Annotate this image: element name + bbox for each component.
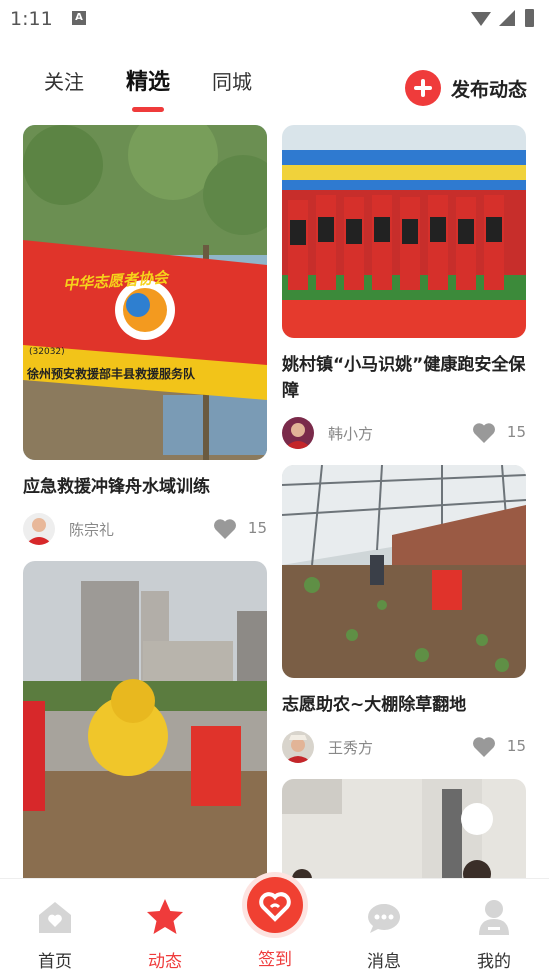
banner-text-code: (32032) xyxy=(29,347,65,357)
status-time: 1:11 xyxy=(10,8,53,30)
heart-icon[interactable] xyxy=(213,518,237,540)
heart-icon[interactable] xyxy=(472,422,496,444)
feed-card[interactable] xyxy=(282,779,526,891)
feed-card[interactable]: 中华志愿者协会 (32032) 徐州预安救援部丰县救援服务队 应急救援冲锋舟水域… xyxy=(23,125,267,550)
card-image[interactable] xyxy=(282,125,526,338)
heart-icon[interactable] xyxy=(472,736,496,758)
like-count: 15 xyxy=(506,423,526,441)
author-avatar[interactable] xyxy=(282,731,314,763)
card-title[interactable]: 志愿助农~大棚除草翻地 xyxy=(282,692,526,718)
like-count: 15 xyxy=(247,519,267,537)
card-title[interactable]: 应急救援冲锋舟水域训练 xyxy=(23,474,267,500)
feed-card[interactable]: 姚村镇“小马识姚”健康跑安全保障 韩小方 15 xyxy=(282,125,526,454)
nav-home[interactable]: 首页 xyxy=(0,879,110,976)
notification-icon: A xyxy=(72,11,86,25)
like-count: 15 xyxy=(506,737,526,755)
card-meta: 王秀方 15 xyxy=(282,728,526,768)
home-icon xyxy=(39,902,71,933)
checkin-heart-icon xyxy=(247,877,303,933)
feed-card[interactable] xyxy=(23,561,267,891)
author-name[interactable]: 韩小方 xyxy=(328,423,373,444)
nav-label: 消息 xyxy=(367,952,401,972)
card-image[interactable] xyxy=(282,465,526,678)
publish-button[interactable]: 发布动态 xyxy=(404,70,527,106)
card-meta: 陈宗礼 15 xyxy=(23,510,267,550)
feed-card[interactable]: 志愿助农~大棚除草翻地 王秀方 15 xyxy=(282,465,526,768)
signal-battery-icons xyxy=(471,9,534,27)
author-avatar[interactable] xyxy=(282,417,314,449)
card-title[interactable]: 姚村镇“小马识姚”健康跑安全保障 xyxy=(282,352,526,404)
publish-label: 发布动态 xyxy=(450,78,527,101)
status-bar: 1:11 A xyxy=(0,0,549,38)
banner-text-bottom: 徐州预安救援部丰县救援服务队 xyxy=(27,367,196,381)
plus-circle-icon xyxy=(404,70,441,106)
author-avatar[interactable] xyxy=(23,513,55,545)
chat-bubble-icon xyxy=(367,903,400,933)
tab-follow[interactable]: 关注 xyxy=(44,66,84,95)
active-tab-indicator xyxy=(132,107,164,112)
tab-local[interactable]: 同城 xyxy=(212,66,252,95)
card-image[interactable]: 中华志愿者协会 (32032) 徐州预安救援部丰县救援服务队 xyxy=(23,125,267,460)
person-icon xyxy=(479,900,509,935)
nav-label: 签到 xyxy=(258,950,292,970)
tab-featured[interactable]: 精选 xyxy=(126,64,170,96)
bottom-nav: 首页 动态 签到 消息 我的 xyxy=(0,877,549,976)
nav-label: 动态 xyxy=(148,952,182,972)
nav-label: 首页 xyxy=(38,952,72,972)
card-image[interactable] xyxy=(23,561,267,891)
author-name[interactable]: 王秀方 xyxy=(328,737,373,758)
card-image[interactable] xyxy=(282,779,526,891)
star-icon xyxy=(147,899,183,934)
nav-messages[interactable]: 消息 xyxy=(329,879,439,976)
nav-label: 我的 xyxy=(477,952,511,972)
author-name[interactable]: 陈宗礼 xyxy=(69,519,114,540)
nav-checkin[interactable]: 签到 xyxy=(220,877,330,976)
nav-profile[interactable]: 我的 xyxy=(439,879,549,976)
card-meta: 韩小方 15 xyxy=(282,414,526,454)
nav-feed[interactable]: 动态 xyxy=(110,879,220,976)
